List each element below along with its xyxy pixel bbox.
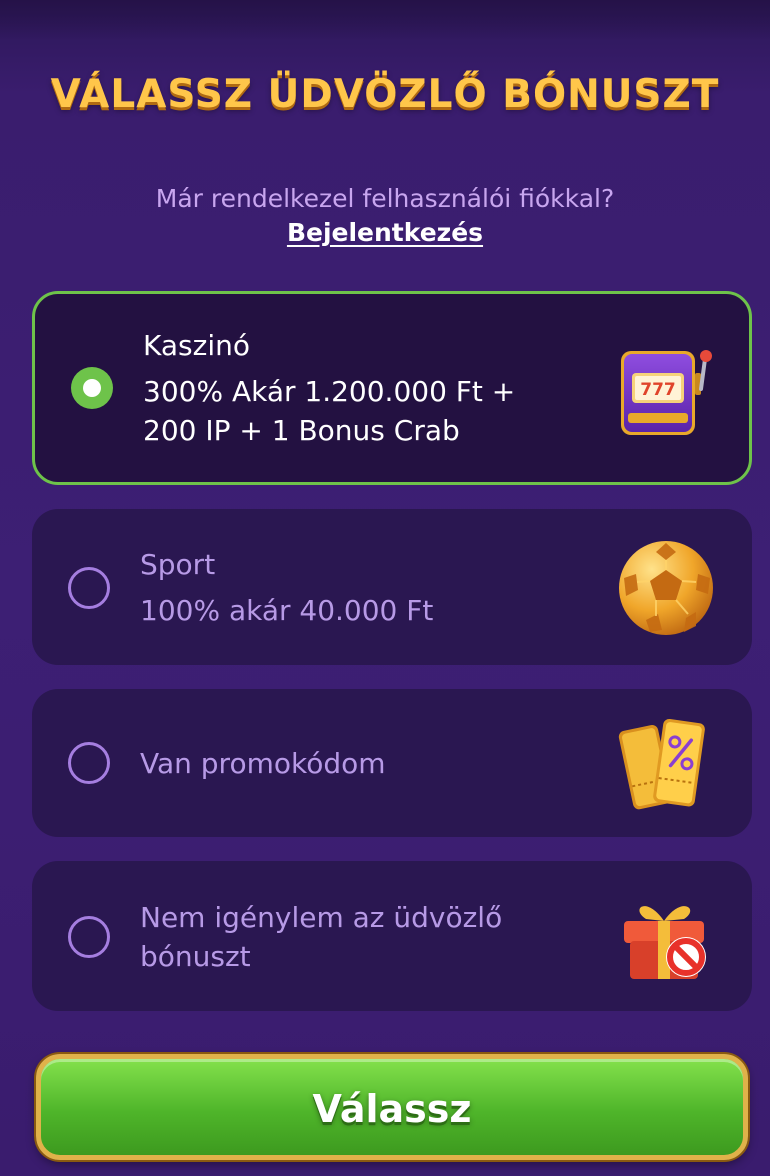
promo-ticket-icon (618, 718, 705, 810)
option-desc-sport: 100% akár 40.000 Ft (140, 594, 434, 627)
bonus-option-none[interactable]: Nem igénylem az üdvözlő bónuszt (32, 861, 752, 1011)
page-title: VÁLASSZ ÜDVÖZLŐ BÓNUSZT (50, 72, 720, 117)
option-desc-line: 300% Akár 1.200.000 Ft + (143, 375, 516, 408)
option-desc-line: 200 IP + 1 Bonus Crab (143, 414, 460, 447)
bonus-option-sport[interactable]: Sport 100% akár 40.000 Ft (32, 509, 752, 665)
soccer-ball-icon (619, 541, 713, 635)
radio-sport[interactable] (68, 567, 110, 609)
option-title-promo: Van promokódom (140, 747, 386, 780)
select-button[interactable]: Válassz (36, 1054, 748, 1160)
svg-text:777: 777 (640, 380, 676, 400)
radio-promo[interactable] (68, 742, 110, 784)
option-title-sport: Sport (140, 548, 216, 581)
account-question: Már rendelkezel felhasználói fiókkal? (155, 184, 615, 213)
radio-none[interactable] (68, 916, 110, 958)
select-button-label: Válassz (312, 1087, 472, 1131)
login-link[interactable]: Bejelentkezés (0, 218, 770, 247)
slot-machine-icon: 777 (621, 350, 712, 435)
option-title-casino: Kaszinó (143, 329, 250, 362)
top-shade (0, 0, 770, 40)
option-title-line: Nem igénylem az üdvözlő (140, 901, 503, 934)
option-title-line: bónuszt (140, 940, 251, 973)
bonus-option-casino[interactable]: Kaszinó 300% Akár 1.200.000 Ft + 200 IP … (32, 291, 752, 485)
option-title-none: Nem igénylem az üdvözlő bónuszt (140, 898, 502, 976)
option-desc-casino: 300% Akár 1.200.000 Ft + 200 IP + 1 Bonu… (143, 372, 515, 450)
bonus-option-promo[interactable]: Van promokódom (32, 689, 752, 837)
radio-casino[interactable] (71, 367, 113, 409)
gift-no-icon (624, 906, 706, 979)
